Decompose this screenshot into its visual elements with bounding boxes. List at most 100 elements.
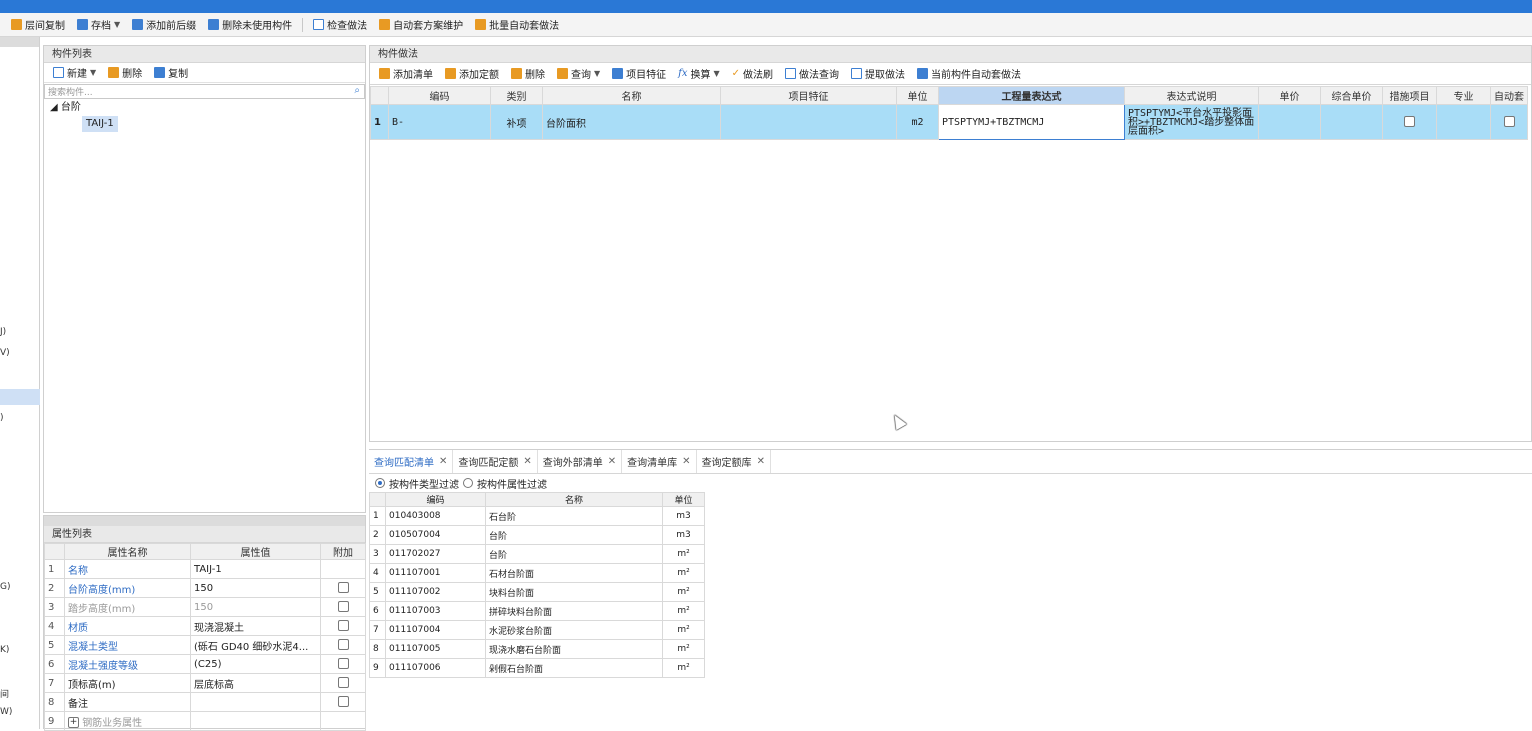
close-icon[interactable]: ✕ bbox=[682, 456, 690, 467]
property-row[interactable]: 2 台阶高度(mm) 150 bbox=[44, 578, 366, 598]
auto-scheme-button[interactable]: 自动套方案维护 bbox=[374, 15, 468, 35]
method-brush-button[interactable]: ✓ 做法刷 bbox=[727, 64, 778, 84]
table-row[interactable]: 7 011107004 水泥砂浆台阶面 m² bbox=[369, 620, 705, 640]
extract-method-button[interactable]: 提取做法 bbox=[846, 64, 910, 84]
copy-component-button[interactable]: 复制 bbox=[149, 63, 193, 83]
table-row[interactable]: 3 011702027 台阶 m² bbox=[369, 544, 705, 564]
method-header-feature[interactable]: 项目特征 bbox=[720, 86, 897, 105]
tab-match-list[interactable]: 查询匹配清单 ✕ bbox=[369, 450, 454, 473]
tree-node-child[interactable]: TAIJ-1 bbox=[82, 116, 118, 132]
nav-item[interactable]: 间 bbox=[0, 687, 9, 700]
delete-method-button[interactable]: 删除 bbox=[506, 64, 550, 84]
property-row[interactable]: 1 名称 TAIJ-1 bbox=[44, 559, 366, 579]
method-header-unit[interactable]: 单位 bbox=[896, 86, 939, 105]
archive-button[interactable]: 存档 ▼ bbox=[72, 15, 125, 35]
nav-item[interactable]: G) bbox=[0, 582, 11, 592]
search-icon[interactable]: ⌕ bbox=[354, 85, 360, 96]
nav-item[interactable]: W) bbox=[0, 707, 12, 717]
method-header-auto[interactable]: 自动套 bbox=[1490, 86, 1528, 105]
tab-list-library[interactable]: 查询清单库 ✕ bbox=[622, 450, 697, 473]
batch-auto-button[interactable]: 批量自动套做法 bbox=[470, 15, 564, 35]
method-category-cell[interactable]: 补项 bbox=[490, 104, 543, 140]
close-icon[interactable]: ✕ bbox=[523, 456, 531, 467]
navigation-selected-item[interactable] bbox=[0, 389, 40, 405]
property-value[interactable]: 层底标高 bbox=[190, 673, 321, 693]
expand-plus-icon[interactable]: + bbox=[68, 717, 79, 728]
table-row[interactable]: 8 011107005 现浇水磨石台阶面 m² bbox=[369, 639, 705, 659]
method-header-major[interactable]: 专业 bbox=[1436, 86, 1491, 105]
property-row[interactable]: 8 备注 bbox=[44, 692, 366, 712]
property-row[interactable]: 4 材质 现浇混凝土 bbox=[44, 616, 366, 636]
expand-triangle-icon[interactable]: ◢ bbox=[50, 102, 58, 113]
method-expression-desc-cell[interactable]: PTSPTYMJ<平台水平投影面积>+TBZTMCMJ<踏步整体面层面积> bbox=[1124, 104, 1259, 140]
property-extra-checkbox[interactable] bbox=[337, 582, 349, 594]
method-header-price[interactable]: 单价 bbox=[1258, 86, 1321, 105]
method-header-expression-desc[interactable]: 表达式说明 bbox=[1124, 86, 1259, 105]
query-button[interactable]: 查询 ▼ bbox=[552, 64, 605, 84]
table-row[interactable]: 4 011107001 石材台阶面 m² bbox=[369, 563, 705, 583]
nav-item[interactable]: ) bbox=[0, 413, 4, 423]
component-search-input[interactable]: 搜索构件... ⌕ bbox=[44, 84, 365, 99]
method-code-cell[interactable]: B- bbox=[388, 104, 491, 140]
method-row[interactable]: 1 B- 补项 台阶面积 m2 PTSPTYMJ+TBZTMCMJ PTSPTY… bbox=[370, 104, 1528, 140]
method-query-button[interactable]: 做法查询 bbox=[780, 64, 844, 84]
tab-quota-library[interactable]: 查询定额库 ✕ bbox=[697, 450, 771, 473]
property-value[interactable]: (C25) bbox=[190, 654, 321, 674]
method-expression-cell[interactable]: PTSPTYMJ+TBZTMCMJ bbox=[938, 104, 1125, 140]
add-list-button[interactable]: 添加清单 bbox=[374, 64, 438, 84]
delete-unused-button[interactable]: 删除未使用构件 bbox=[203, 15, 297, 35]
property-value[interactable] bbox=[190, 692, 321, 712]
nav-item[interactable]: J) bbox=[0, 327, 6, 337]
query-header-unit[interactable]: 单位 bbox=[662, 492, 705, 507]
property-extra-checkbox[interactable] bbox=[337, 601, 349, 613]
method-header-expression[interactable]: 工程量表达式 bbox=[938, 86, 1125, 105]
auto-apply-button[interactable]: 当前构件自动套做法 bbox=[912, 64, 1026, 84]
property-row[interactable]: 7 顶标高(m) 层底标高 bbox=[44, 673, 366, 693]
delete-component-button[interactable]: 删除 bbox=[103, 63, 147, 83]
query-header-code[interactable]: 编码 bbox=[385, 492, 486, 507]
method-header-code[interactable]: 编码 bbox=[388, 86, 491, 105]
close-icon[interactable]: ✕ bbox=[757, 456, 765, 467]
property-extra-checkbox[interactable] bbox=[337, 639, 349, 651]
filter-by-type-label[interactable]: 按构件类型过滤 bbox=[389, 476, 459, 491]
property-value[interactable]: 现浇混凝土 bbox=[190, 616, 321, 636]
add-prefix-suffix-button[interactable]: 添加前后缀 bbox=[127, 15, 201, 35]
method-price-cell[interactable] bbox=[1258, 104, 1321, 140]
property-value[interactable]: 150 bbox=[190, 578, 321, 598]
property-row[interactable]: 5 混凝土类型 (砾石 GD40 细砂水泥4... bbox=[44, 635, 366, 655]
close-icon[interactable]: ✕ bbox=[608, 456, 616, 467]
filter-by-attr-label[interactable]: 按构件属性过滤 bbox=[477, 476, 547, 491]
table-row[interactable]: 5 011107002 块料台阶面 m² bbox=[369, 582, 705, 602]
table-row[interactable]: 1 010403008 石台阶 m3 bbox=[369, 506, 705, 526]
property-extra-checkbox[interactable] bbox=[337, 620, 349, 632]
property-row[interactable]: 3 踏步高度(mm) 150 bbox=[44, 597, 366, 617]
add-quota-button[interactable]: 添加定额 bbox=[440, 64, 504, 84]
measure-checkbox[interactable] bbox=[1404, 116, 1415, 128]
table-row[interactable]: 6 011107003 拼碎块料台阶面 m² bbox=[369, 601, 705, 621]
method-name-cell[interactable]: 台阶面积 bbox=[542, 104, 721, 140]
method-major-cell[interactable] bbox=[1436, 104, 1491, 140]
auto-apply-checkbox[interactable] bbox=[1503, 116, 1515, 128]
table-row[interactable]: 2 010507004 台阶 m3 bbox=[369, 525, 705, 545]
filter-by-type-radio[interactable] bbox=[375, 478, 385, 488]
close-icon[interactable]: ✕ bbox=[439, 456, 447, 467]
filter-by-attr-radio[interactable] bbox=[463, 478, 473, 488]
convert-button[interactable]: fx 换算 ▼ bbox=[673, 64, 725, 84]
tab-match-quota[interactable]: 查询匹配定额 ✕ bbox=[453, 450, 538, 473]
check-method-button[interactable]: 检查做法 bbox=[308, 15, 372, 35]
method-feature-cell[interactable] bbox=[720, 104, 897, 140]
method-header-category[interactable]: 类别 bbox=[490, 86, 543, 105]
property-value[interactable]: 150 bbox=[190, 597, 321, 617]
method-unit-cell[interactable]: m2 bbox=[896, 104, 939, 140]
item-feature-button[interactable]: 项目特征 bbox=[607, 64, 671, 84]
new-component-button[interactable]: 新建 ▼ bbox=[48, 63, 101, 83]
query-header-name[interactable]: 名称 bbox=[485, 492, 663, 507]
floor-copy-button[interactable]: 层间复制 bbox=[6, 15, 70, 35]
tree-node-root[interactable]: ◢ 台阶 bbox=[44, 100, 365, 116]
nav-item[interactable]: K) bbox=[0, 645, 9, 655]
property-row[interactable]: 6 混凝土强度等级 (C25) bbox=[44, 654, 366, 674]
nav-item[interactable]: V) bbox=[0, 348, 10, 358]
property-extra-checkbox[interactable] bbox=[337, 677, 349, 689]
method-header-total-price[interactable]: 综合单价 bbox=[1320, 86, 1383, 105]
method-total-price-cell[interactable] bbox=[1320, 104, 1383, 140]
